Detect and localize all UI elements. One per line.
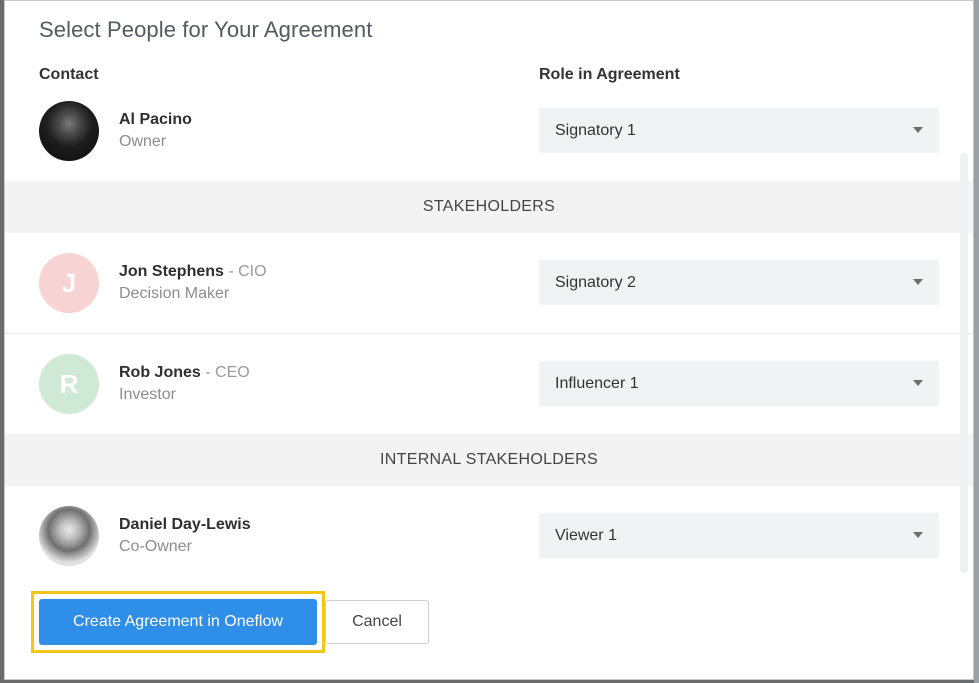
chevron-down-icon bbox=[913, 127, 923, 133]
section-stakeholders: STAKEHOLDERS bbox=[5, 181, 973, 233]
contact-name: Rob Jones bbox=[119, 364, 201, 381]
contact-name-line: Daniel Day-Lewis bbox=[119, 516, 251, 534]
role-select-value: Signatory 2 bbox=[555, 273, 636, 291]
owner-row: Al Pacino Owner Signatory 1 bbox=[5, 101, 973, 161]
contact-job-title: - CIO bbox=[223, 263, 267, 280]
scrollbar[interactable] bbox=[960, 153, 968, 573]
owner-name-line: Al Pacino bbox=[119, 111, 192, 129]
person-photo-icon bbox=[39, 101, 99, 161]
role-select-rob-jones[interactable]: Influencer 1 bbox=[539, 361, 939, 406]
avatar: J bbox=[39, 253, 99, 313]
select-people-dialog: Select People for Your Agreement Contact… bbox=[4, 0, 974, 680]
chevron-down-icon bbox=[913, 279, 923, 285]
chevron-down-icon bbox=[913, 532, 923, 538]
contact-subtitle: Decision Maker bbox=[119, 285, 230, 302]
create-agreement-button[interactable]: Create Agreement in Oneflow bbox=[39, 599, 317, 645]
cancel-button[interactable]: Cancel bbox=[325, 600, 429, 644]
backdrop-right-strip bbox=[974, 0, 979, 683]
contact-subtitle: Owner bbox=[119, 133, 167, 150]
contact-name: Daniel Day-Lewis bbox=[119, 516, 251, 533]
role-column-header: Role in Agreement bbox=[539, 66, 680, 83]
role-select-owner[interactable]: Signatory 1 bbox=[539, 108, 939, 153]
avatar-initial: J bbox=[61, 267, 77, 298]
row-divider bbox=[5, 333, 973, 334]
contact-name-line: Jon Stephens - CIO bbox=[119, 263, 267, 281]
chevron-down-icon bbox=[913, 380, 923, 386]
avatar: R bbox=[39, 354, 99, 414]
person-photo-icon bbox=[39, 506, 99, 566]
role-select-daniel-day-lewis[interactable]: Viewer 1 bbox=[539, 513, 939, 558]
stakeholder-row: R Rob Jones - CEO Investor Influencer 1 bbox=[5, 354, 973, 414]
internal-stakeholder-row: Daniel Day-Lewis Co-Owner Viewer 1 bbox=[5, 506, 973, 566]
section-internal-stakeholders: INTERNAL STAKEHOLDERS bbox=[5, 434, 973, 486]
contact-subtitle: Investor bbox=[119, 386, 176, 403]
stakeholder-row: J Jon Stephens - CIO Decision Maker Sign… bbox=[5, 253, 973, 313]
contact-column-header: Contact bbox=[39, 66, 99, 83]
contact-name: Al Pacino bbox=[119, 111, 192, 128]
contact-name-line: Rob Jones - CEO bbox=[119, 364, 250, 382]
contact-subtitle: Co-Owner bbox=[119, 538, 192, 555]
role-select-value: Signatory 1 bbox=[555, 121, 636, 139]
role-select-jon-stephens[interactable]: Signatory 2 bbox=[539, 260, 939, 305]
dialog-title: Select People for Your Agreement bbox=[39, 17, 373, 42]
role-select-value: Influencer 1 bbox=[555, 374, 639, 392]
contact-job-title: - CEO bbox=[200, 364, 250, 381]
role-select-value: Viewer 1 bbox=[555, 526, 617, 544]
contact-name: Jon Stephens bbox=[119, 263, 224, 280]
avatar-initial: R bbox=[59, 368, 79, 399]
